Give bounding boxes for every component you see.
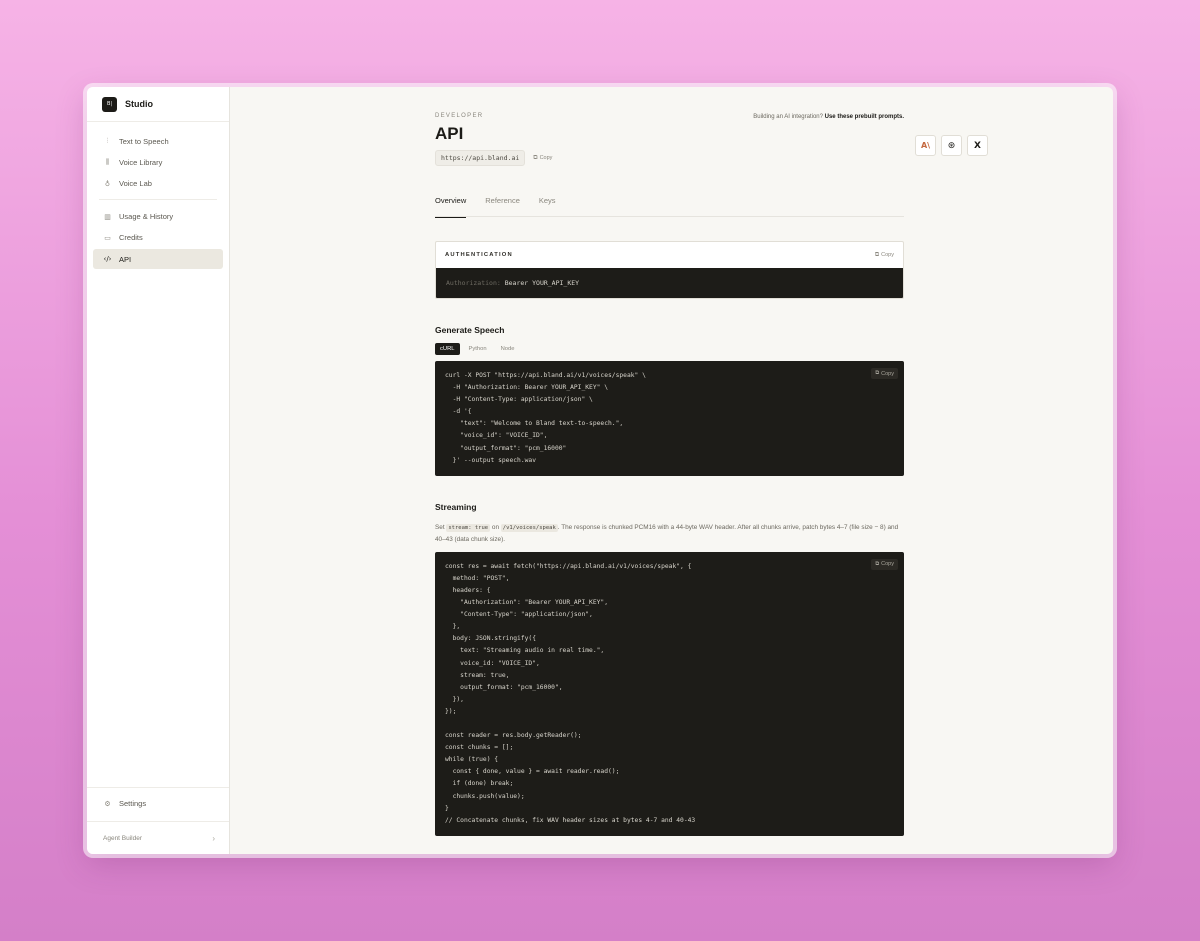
card-icon: ▭ (104, 233, 111, 242)
sidebar-nav: ⫶ Text to Speech ⫼ Voice Library ♁ Voice… (87, 122, 229, 270)
code-icon: ‹/› (103, 255, 112, 264)
sidebar-item-label: Settings (119, 799, 147, 809)
sidebar-item-label: Credits (119, 233, 143, 243)
gear-icon: ⚙ (104, 799, 111, 808)
sidebar-item-credits[interactable]: ▭ Credits (93, 228, 223, 248)
agent-builder-link[interactable]: Agent Builder › (87, 821, 229, 854)
mic-icon: ♁ (104, 179, 111, 188)
chart-icon: ▥ (104, 212, 111, 221)
streaming-code-block: ⧉ Copy const res = await fetch("https://… (435, 551, 904, 836)
x-icon: X (974, 140, 981, 151)
sidebar-bottom: ⚙ Settings Agent Builder › (87, 786, 229, 854)
brand-name: Studio (125, 99, 153, 109)
inline-code: /v1/voices/speak (500, 523, 558, 532)
copy-icon: ⧉ (875, 560, 880, 567)
prompt-icons: A\ ⊛ X (915, 135, 988, 156)
page-tabs: Overview Reference Keys (435, 196, 904, 218)
copy-icon: ⧉ (533, 154, 538, 161)
sidebar-item-usage-history[interactable]: ▥ Usage & History (93, 207, 223, 227)
x-prompt-button[interactable]: X (967, 135, 988, 156)
copy-label: Copy (881, 252, 894, 258)
auth-title: AUTHENTICATION (445, 252, 513, 258)
copy-code-button[interactable]: ⧉ Copy (871, 368, 898, 379)
base-url-row: https://api.bland.ai ⧉ Copy (435, 150, 904, 166)
auth-code: Authorization: Bearer YOUR_API_KEY (436, 268, 903, 298)
auth-header: AUTHENTICATION ⧉ Copy (436, 242, 903, 268)
tab-reference[interactable]: Reference (485, 196, 520, 217)
streaming-description: Set stream: true on /v1/voices/speak. Th… (435, 522, 904, 546)
sidebar-item-label: API (119, 254, 132, 264)
sidebar-item-text-to-speech[interactable]: ⫶ Text to Speech (93, 131, 223, 151)
openai-prompt-button[interactable]: ⊛ (941, 135, 962, 156)
page-eyebrow: DEVELOPER (435, 113, 484, 119)
tab-keys[interactable]: Keys (539, 196, 556, 217)
brand-logo: B| (102, 96, 117, 112)
library-icon: ⫼ (105, 157, 110, 166)
openai-icon: ⊛ (947, 140, 956, 151)
copy-label: Copy (881, 561, 894, 568)
lang-tab-python[interactable]: Python (464, 343, 492, 355)
lang-tab-node[interactable]: Node (496, 343, 520, 355)
lang-tab-curl[interactable]: cURL (435, 343, 460, 355)
anthropic-icon: A\ (920, 141, 931, 150)
main-content: Building an AI integration? Use these pr… (230, 87, 1113, 854)
copy-icon: ⧉ (874, 251, 880, 258)
page-title: API (435, 124, 464, 143)
agent-builder-label: Agent Builder (103, 834, 143, 842)
anthropic-prompt-button[interactable]: A\ (915, 135, 936, 156)
copy-code-button[interactable]: ⧉ Copy (871, 558, 898, 570)
base-url[interactable]: https://api.bland.ai (435, 150, 526, 166)
brand[interactable]: B| Studio (87, 87, 229, 122)
streaming-code: const res = await fetch("https://api.bla… (445, 562, 696, 824)
inline-code: stream: true (446, 523, 491, 532)
sidebar-item-label: Text to Speech (119, 136, 169, 146)
streaming-title: Streaming (435, 501, 477, 512)
copy-url-button[interactable]: ⧉ Copy (533, 154, 552, 162)
generate-code: curl -X POST "https://api.bland.ai/v1/vo… (445, 372, 646, 464)
tab-overview[interactable]: Overview (435, 196, 467, 218)
copy-auth-button[interactable]: ⧉ Copy (875, 251, 894, 259)
language-tabs: cURL Python Node (435, 343, 904, 355)
copy-icon: ⧉ (875, 370, 880, 376)
generate-code-block: ⧉ Copy curl -X POST "https://api.bland.a… (435, 361, 904, 476)
settings-row: ⚙ Settings (87, 786, 229, 821)
sidebar-item-voice-library[interactable]: ⫼ Voice Library (93, 152, 223, 172)
api-page: DEVELOPER API https://api.bland.ai ⧉ Cop… (435, 113, 904, 836)
sidebar-item-label: Usage & History (119, 212, 174, 222)
sidebar-item-voice-lab[interactable]: ♁ Voice Lab (93, 174, 223, 194)
sidebar-item-settings[interactable]: ⚙ Settings (93, 794, 223, 814)
chevron-right-icon: › (212, 833, 215, 843)
desc-text: Set (435, 523, 447, 531)
auth-key-value: Bearer YOUR_API_KEY (504, 279, 580, 287)
waveform-icon: ⫶ (106, 136, 109, 145)
sidebar-item-label: Voice Library (119, 157, 163, 167)
copy-label: Copy (539, 155, 553, 161)
auth-key-prefix: Authorization: (446, 279, 501, 287)
generate-speech-title: Generate Speech (435, 325, 505, 335)
sidebar: B| Studio ⫶ Text to Speech ⫼ Voice Libra… (87, 87, 230, 854)
sidebar-item-label: Voice Lab (119, 179, 152, 189)
desc-text: on (490, 523, 501, 531)
authentication-card: AUTHENTICATION ⧉ Copy Authorization: Bea… (435, 241, 904, 299)
app-window: B| Studio ⫶ Text to Speech ⫼ Voice Libra… (87, 87, 1113, 854)
copy-label: Copy (881, 370, 894, 377)
nav-divider (99, 198, 217, 200)
sidebar-item-api[interactable]: ‹/› API (93, 249, 223, 270)
